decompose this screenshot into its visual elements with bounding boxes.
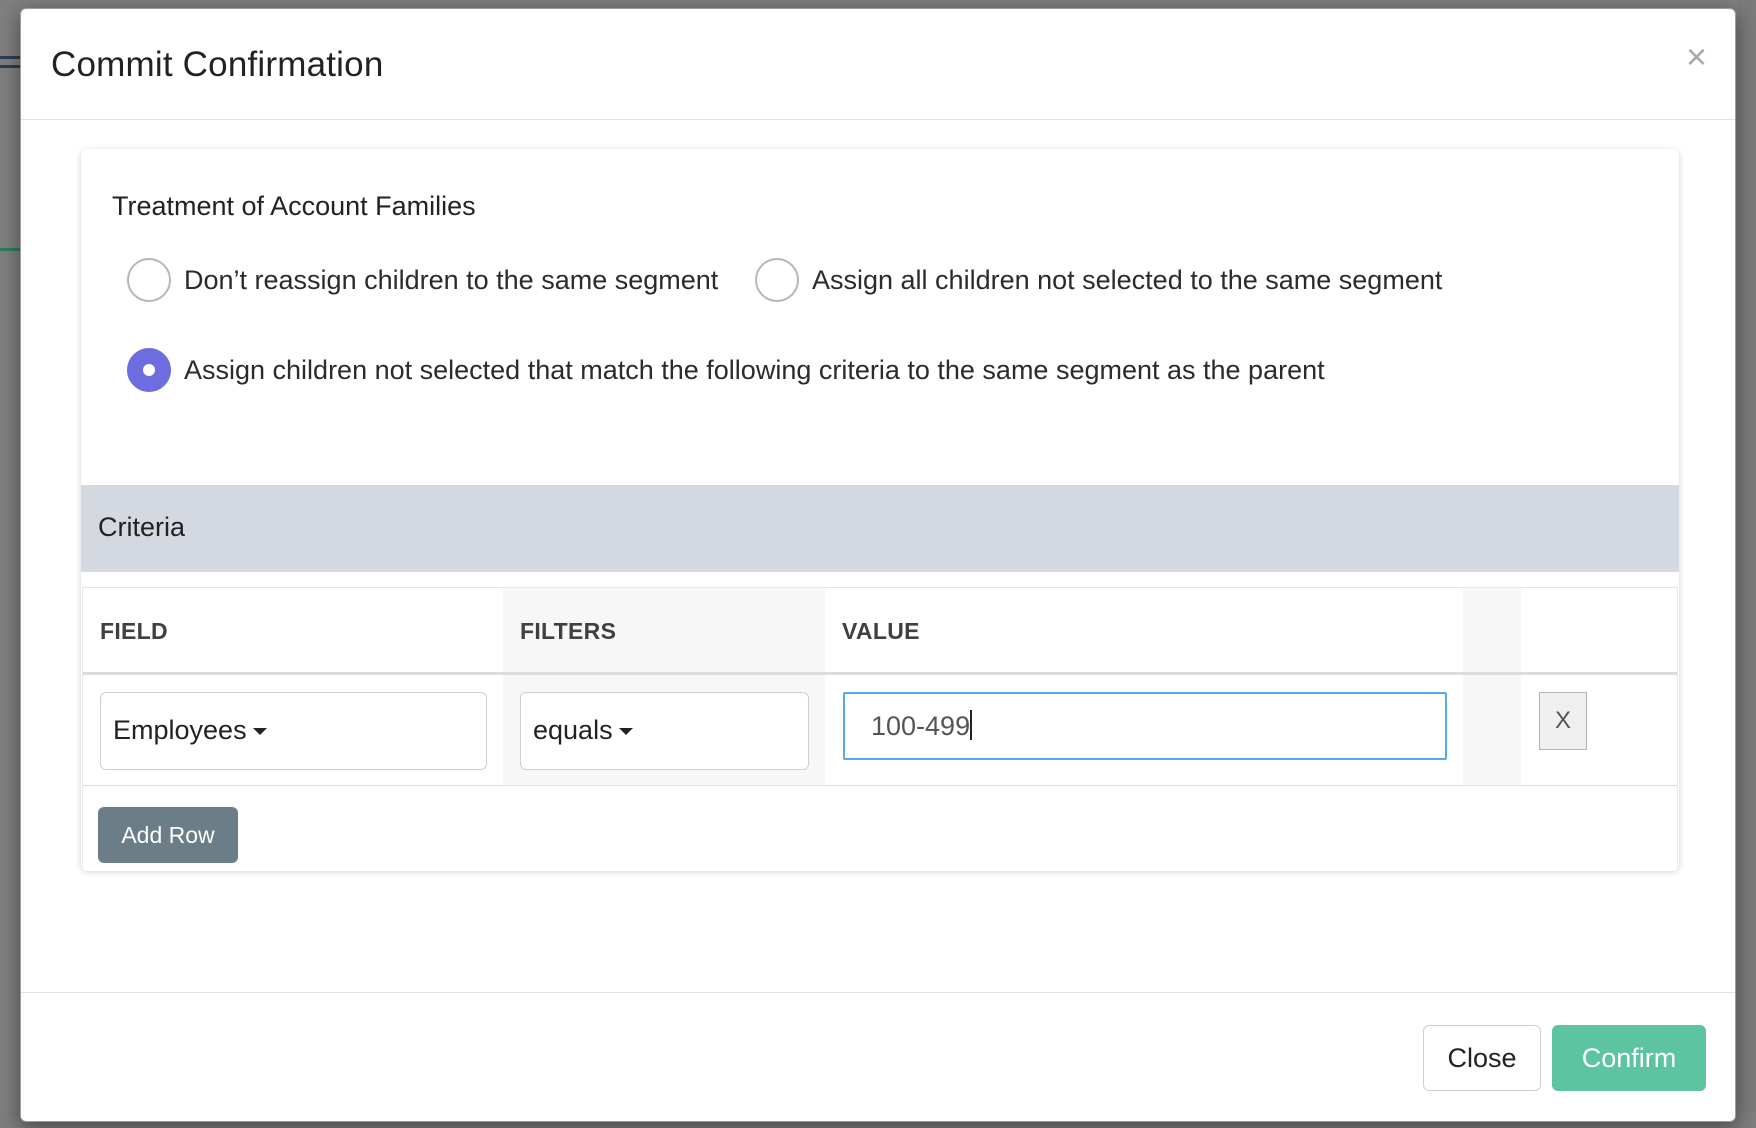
add-row-button[interactable]: Add Row — [98, 807, 238, 863]
treatment-heading: Treatment of Account Families — [112, 191, 476, 221]
filter-select-value: equals — [533, 715, 613, 745]
close-icon[interactable]: × — [1686, 39, 1707, 75]
footer-divider — [21, 992, 1735, 993]
modal-header: Commit Confirmation × — [21, 9, 1735, 120]
commit-confirmation-modal: Commit Confirmation × Treatment of Accou… — [20, 8, 1736, 1122]
spacer-column-bg — [1463, 588, 1521, 786]
text-cursor — [970, 710, 973, 740]
caret-down-icon — [252, 728, 267, 736]
field-select[interactable]: Employees — [100, 692, 487, 770]
radio-option-assign-all[interactable]: Assign all children not selected to the … — [755, 258, 1442, 302]
radio-button-selected[interactable] — [127, 348, 171, 392]
remove-row-button[interactable]: X — [1539, 692, 1587, 750]
radio-option-dont-reassign[interactable]: Don’t reassign children to the same segm… — [127, 258, 718, 302]
column-header-field: FIELD — [100, 618, 168, 644]
column-header-filters: FILTERS — [520, 618, 617, 644]
radio-button[interactable] — [755, 258, 799, 302]
row-divider — [83, 785, 1677, 786]
filter-select[interactable]: equals — [520, 692, 809, 770]
account-families-panel: Treatment of Account Families Don’t reas… — [81, 149, 1679, 871]
background-right-edge — [1738, 0, 1756, 1128]
confirm-button[interactable]: Confirm — [1552, 1025, 1706, 1091]
radio-label: Assign all children not selected to the … — [812, 264, 1443, 295]
radio-label: Assign children not selected that match … — [184, 354, 1325, 385]
radio-option-assign-matching[interactable]: Assign children not selected that match … — [127, 348, 1325, 392]
hamburger-menu-icon — [0, 56, 20, 80]
modal-title: Commit Confirmation — [51, 45, 384, 84]
criteria-header: Criteria — [81, 485, 1679, 572]
background-accent-line — [0, 248, 20, 251]
header-divider — [83, 672, 1677, 675]
field-select-value: Employees — [113, 715, 247, 745]
caret-down-icon — [618, 728, 633, 736]
radio-label: Don’t reassign children to the same segm… — [184, 264, 719, 295]
radio-button[interactable] — [127, 258, 171, 302]
value-input-text: 100-499 — [871, 711, 971, 741]
column-header-value: VALUE — [842, 618, 920, 644]
criteria-table: FIELD FILTERS VALUE Employees equals 100… — [82, 587, 1678, 871]
value-input[interactable]: 100-499 — [843, 692, 1447, 760]
close-button[interactable]: Close — [1423, 1025, 1541, 1091]
